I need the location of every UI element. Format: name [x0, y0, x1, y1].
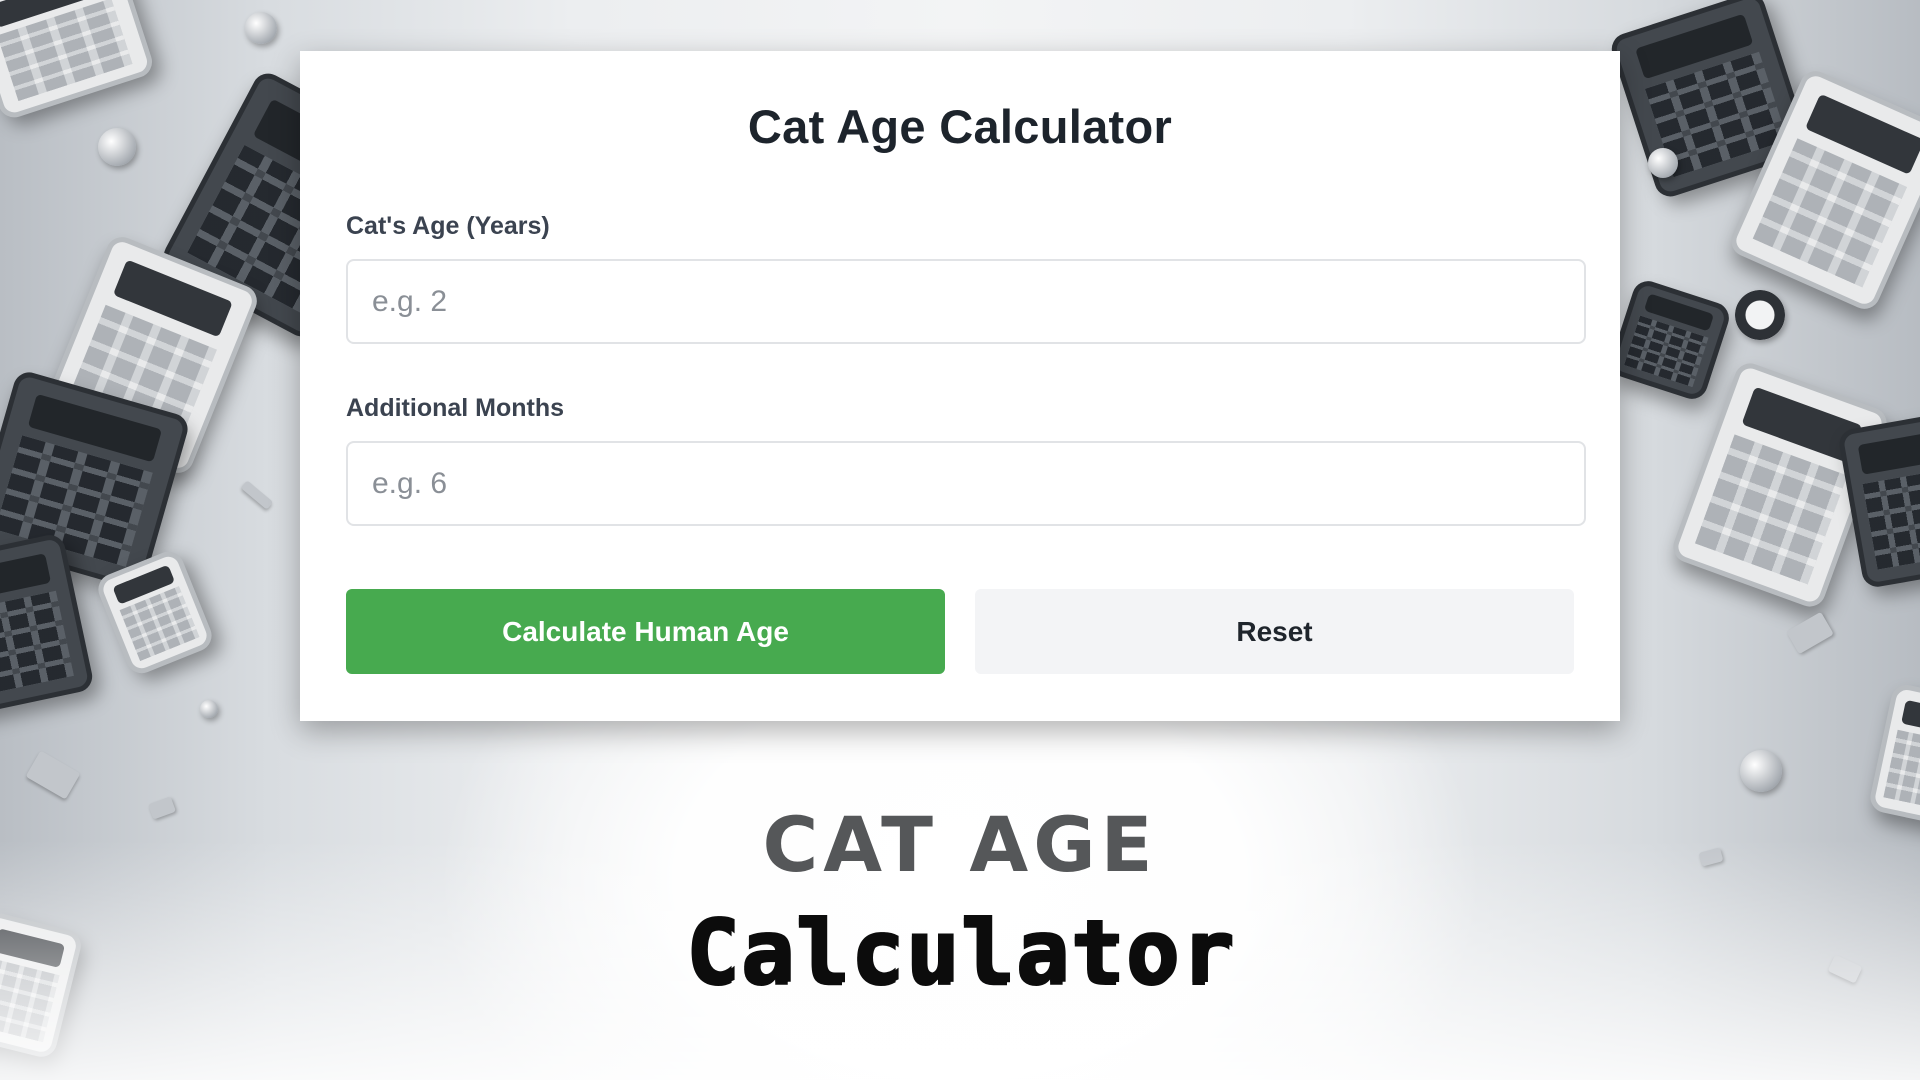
- calculator-title: Cat Age Calculator: [747, 100, 1173, 153]
- coin-decoration: [98, 128, 136, 166]
- age-years-input[interactable]: [346, 259, 1586, 344]
- coin-decoration: [1735, 290, 1785, 340]
- additional-months-input[interactable]: [346, 441, 1586, 526]
- calculator-decoration: [1606, 276, 1734, 404]
- calculator-decoration: [0, 0, 157, 122]
- age-field-label: Cat's Age (Years): [346, 212, 550, 240]
- months-field-label: Additional Months: [346, 394, 565, 422]
- paper-scrap-decoration: [240, 480, 274, 510]
- calculate-human-age-button[interactable]: Calculate Human Age: [346, 589, 945, 674]
- coin-decoration: [245, 12, 277, 44]
- calculator-decoration: [1837, 410, 1920, 590]
- coin-decoration: [1740, 750, 1782, 792]
- calculator-card: Cat Age Calculator Cat's Age (Years) Add…: [300, 51, 1620, 721]
- button-row: Calculate Human Age Reset: [346, 589, 1574, 674]
- coin-decoration: [200, 700, 218, 718]
- paper-scrap-decoration: [25, 750, 81, 800]
- caption-heading: CAT AGE: [762, 800, 1158, 889]
- reset-button[interactable]: Reset: [975, 589, 1574, 674]
- paper-scrap-decoration: [1786, 611, 1834, 655]
- coin-decoration: [1648, 148, 1678, 178]
- caption-subheading: Calculator: [685, 900, 1235, 1003]
